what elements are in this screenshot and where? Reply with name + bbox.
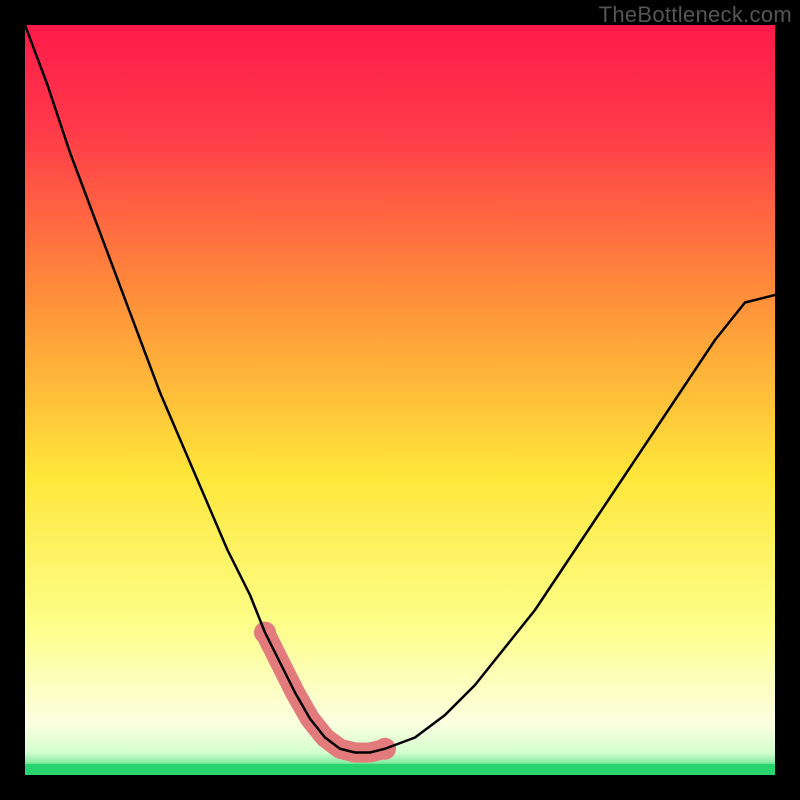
watermark-text: TheBottleneck.com (599, 2, 792, 28)
chart-svg (25, 25, 775, 775)
chart-frame: TheBottleneck.com (0, 0, 800, 800)
plot-area (25, 25, 775, 775)
green-band (25, 764, 775, 775)
gradient-background (25, 25, 775, 775)
